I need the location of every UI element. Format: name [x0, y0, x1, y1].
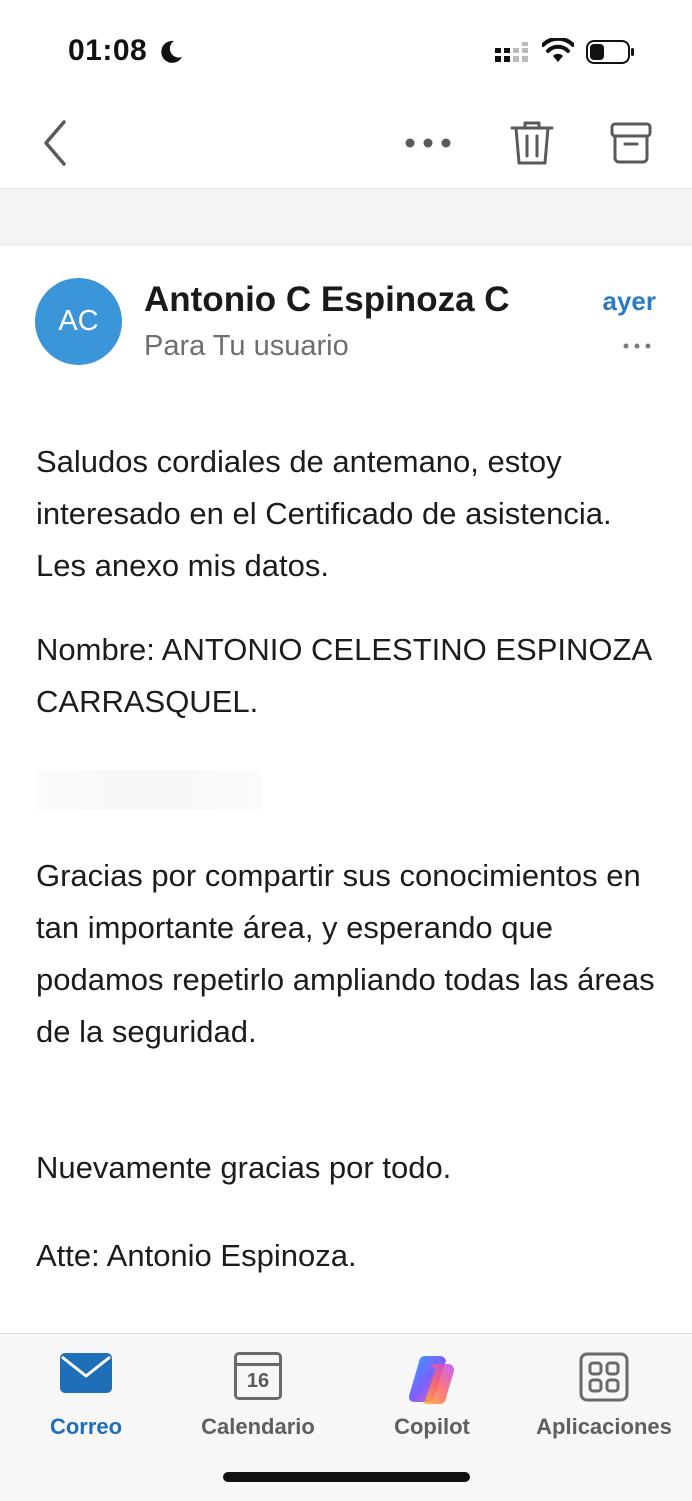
- sender-name[interactable]: Antonio C Espinoza C: [144, 280, 510, 320]
- wifi-icon: [542, 38, 574, 62]
- back-chevron-icon: [44, 120, 66, 166]
- status-time: 01:08: [68, 34, 148, 67]
- body-paragraph: Gracias por compartir sus conocimientos …: [36, 858, 655, 1049]
- body-paragraph: Saludos cordiales de antemano, estoy int…: [36, 444, 612, 583]
- calendar-icon: 16: [234, 1352, 282, 1400]
- mail-icon: [60, 1353, 112, 1393]
- status-bar: 01:08: [0, 0, 692, 100]
- tab-copilot[interactable]: Copilot: [376, 1334, 488, 1454]
- body-paragraph: Atte: Antonio Espinoza.: [36, 1238, 357, 1273]
- more-actions-button[interactable]: [402, 128, 454, 158]
- tab-label: Calendario: [201, 1414, 315, 1439]
- more-horizontal-icon: [623, 343, 651, 349]
- calendar-date-number: 16: [246, 1370, 270, 1392]
- message-toolbar: [0, 100, 692, 189]
- body-paragraph: Nuevamente gracias por todo.: [36, 1150, 452, 1185]
- archive-button[interactable]: [606, 118, 656, 168]
- body-paragraph: Nombre: ANTONIO CELESTINO ESPINOZA CARRA…: [36, 632, 651, 719]
- tab-calendario[interactable]: 16 Calendario: [188, 1334, 328, 1454]
- moon-icon: [161, 40, 182, 63]
- trash-icon: [510, 121, 554, 165]
- tab-label: Aplicaciones: [536, 1414, 672, 1439]
- tab-correo[interactable]: Correo: [30, 1334, 142, 1454]
- tab-label: Copilot: [394, 1414, 470, 1439]
- battery-icon: [586, 40, 634, 64]
- home-indicator[interactable]: [223, 1472, 470, 1482]
- sender-avatar[interactable]: AC: [35, 278, 122, 365]
- cellular-signal-icon: [495, 42, 528, 62]
- recipient-line[interactable]: Para Tu usuario: [144, 330, 349, 363]
- header-separator: [0, 189, 692, 246]
- tab-label: Correo: [49, 1414, 123, 1439]
- message-date: ayer: [602, 286, 657, 316]
- bottom-tab-bar: Correo 16 Calendario Copilot Aplicacione…: [0, 1333, 692, 1501]
- redacted-area: [36, 770, 262, 810]
- delete-button[interactable]: [508, 118, 556, 168]
- message-more-button[interactable]: [622, 334, 652, 358]
- more-horizontal-icon: [405, 138, 451, 148]
- apps-grid-icon: [579, 1352, 629, 1402]
- tab-aplicaciones[interactable]: Aplicaciones: [528, 1334, 680, 1454]
- copilot-icon: [408, 1355, 455, 1404]
- back-button[interactable]: [36, 118, 76, 168]
- archive-icon: [610, 122, 652, 164]
